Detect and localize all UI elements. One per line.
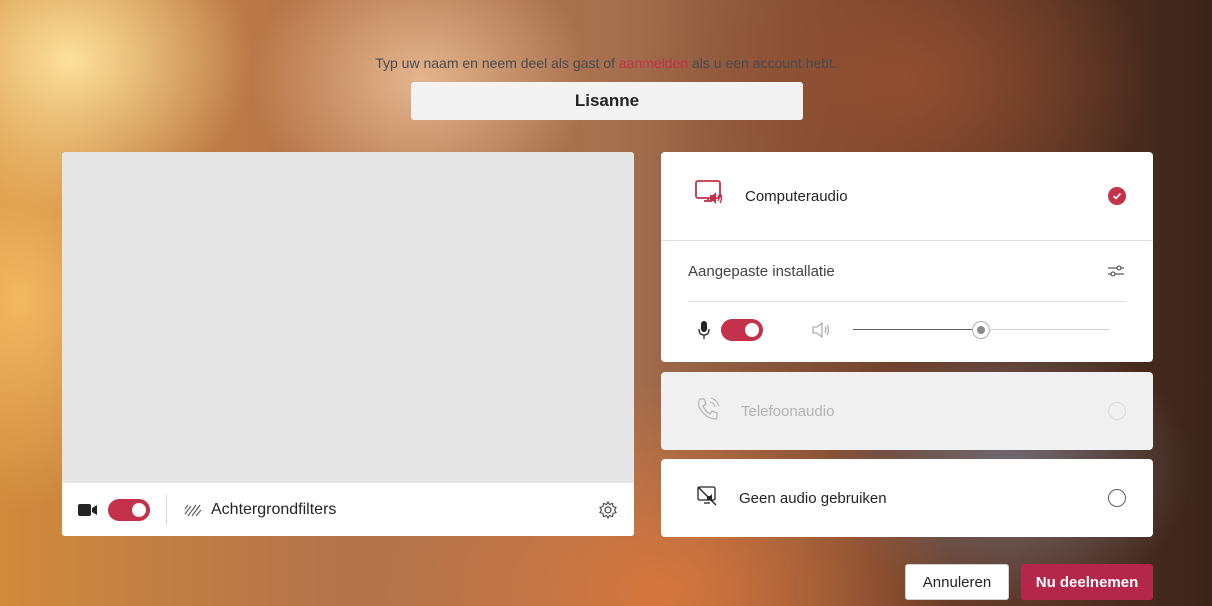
computer-audio-label: Computeraudio [745,187,848,205]
device-settings-icon[interactable] [598,500,618,520]
no-audio-radio[interactable] [1108,489,1126,507]
video-preview: Achtergrondfilters [62,152,634,536]
phone-audio-option[interactable]: Telefoonaudio [661,372,1153,450]
selected-check-icon [1108,187,1126,205]
computer-audio-option[interactable]: Computeraudio [661,152,1153,240]
cancel-button[interactable]: Annuleren [905,564,1009,600]
no-audio-icon [695,484,719,513]
volume-slider-track [981,329,1109,330]
no-audio-card[interactable]: Geen audio gebruiken [661,459,1153,537]
phone-audio-label: Telefoonaudio [741,402,835,420]
custom-setup-header: Aangepaste installatie [661,241,1153,301]
join-prompt-text-end: als u een account hebt. [688,55,837,71]
no-audio-option[interactable]: Geen audio gebruiken [661,459,1153,537]
sign-in-link[interactable]: aanmelden [619,55,688,71]
mic-speaker-controls [661,302,1153,358]
microphone-toggle[interactable] [721,319,763,341]
volume-slider-fill [853,329,981,330]
volume-slider[interactable] [853,320,1109,340]
microphone-icon [697,320,711,340]
phone-audio-card[interactable]: Telefoonaudio [661,372,1153,450]
video-controls-bar: Achtergrondfilters [62,483,634,536]
speaker-icon [811,321,831,339]
computer-audio-card[interactable]: Computeraudio Aangepaste installatie [661,152,1153,362]
camera-toggle[interactable] [108,498,150,521]
audio-settings-icon[interactable] [1106,261,1126,281]
camera-icon [78,502,98,518]
phone-audio-icon [695,396,721,427]
join-now-button[interactable]: Nu deelnemen [1021,564,1153,600]
custom-setup-section: Aangepaste installatie [661,240,1153,358]
background-filters-button[interactable]: Achtergrondfilters [211,501,336,519]
phone-audio-radio[interactable] [1108,402,1126,420]
join-prompt-text: Typ uw naam en neem deel als gast of [375,55,619,71]
volume-slider-thumb[interactable] [972,321,990,339]
join-prompt: Typ uw naam en neem deel als gast of aan… [0,55,1212,71]
computer-audio-icon [695,179,725,213]
divider [166,494,167,525]
no-audio-label: Geen audio gebruiken [739,489,887,507]
background-filters-icon [183,502,203,518]
custom-setup-label: Aangepaste installatie [688,262,835,280]
name-input[interactable]: Lisanne [411,82,803,120]
